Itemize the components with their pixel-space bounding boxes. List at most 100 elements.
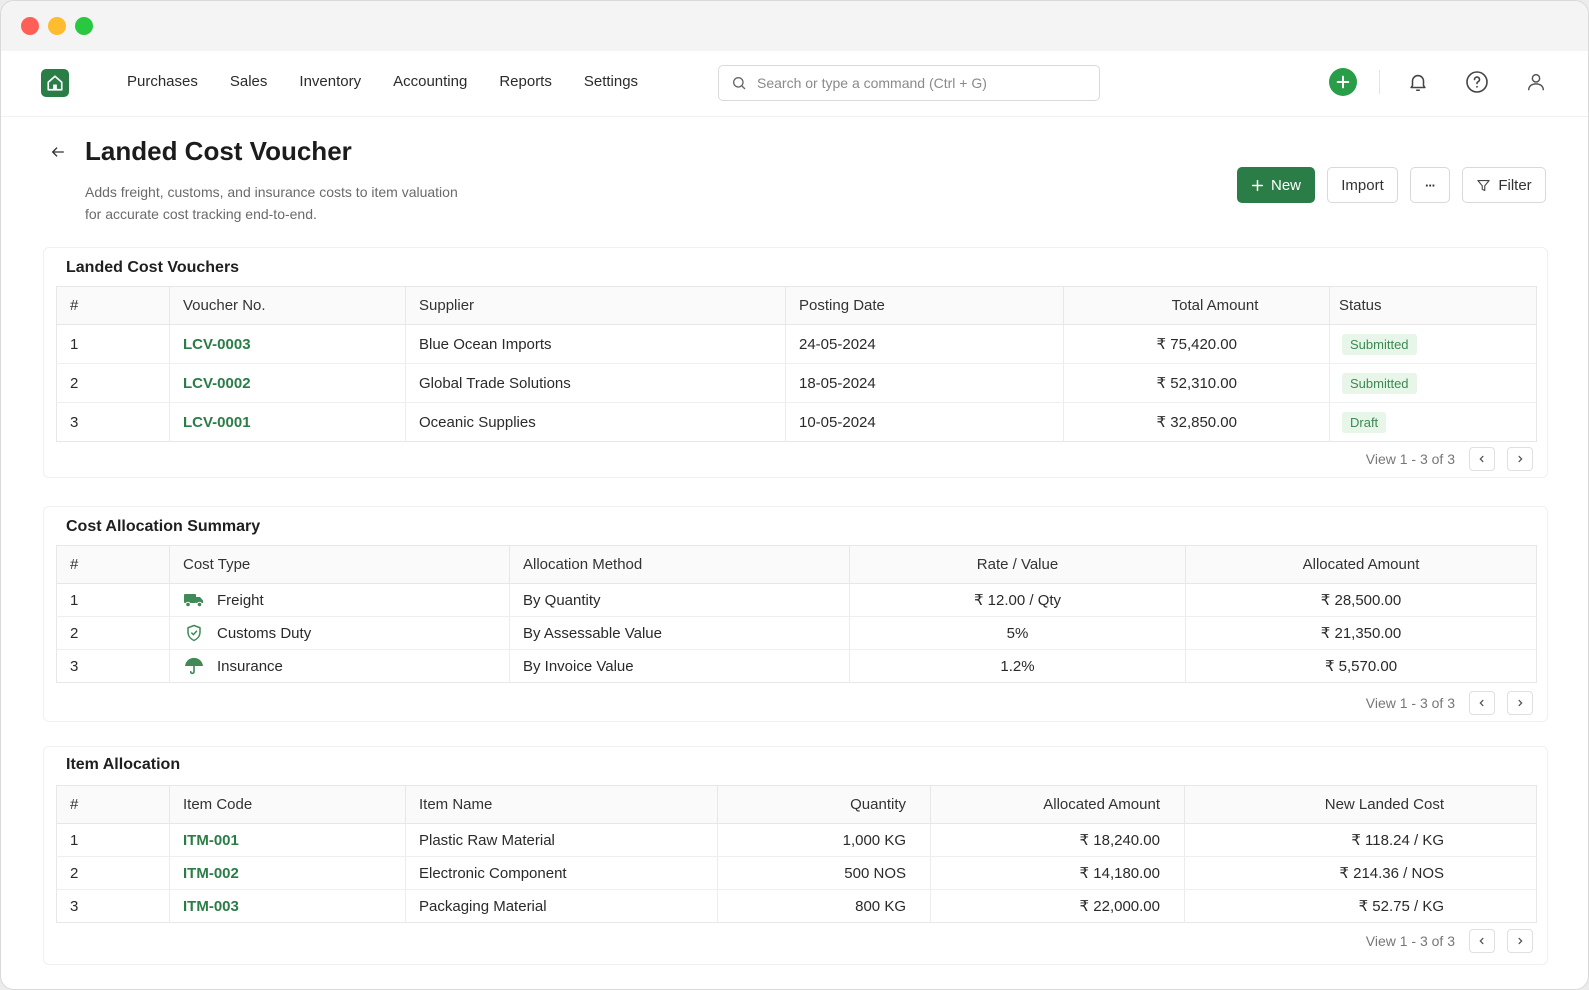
prev-page-button[interactable]: [1469, 691, 1495, 715]
supplier-cell: Oceanic Supplies: [405, 402, 786, 442]
maximize-window-button[interactable]: [75, 17, 93, 35]
section-title: Cost Allocation Summary: [66, 518, 261, 535]
date-cell: 10-05-2024: [785, 402, 1064, 442]
amount-cell: ₹ 32,850.00: [1063, 402, 1330, 442]
method-cell: By Quantity: [509, 583, 850, 617]
table-row[interactable]: 3 LCV-0001 Oceanic Supplies 10-05-2024 ₹…: [56, 402, 1537, 442]
close-window-button[interactable]: [21, 17, 39, 35]
top-navigation: Purchases Sales Inventory Accounting Rep…: [1, 51, 1588, 117]
item-allocation-card: Item Allocation # Item Code Item Name Qu…: [43, 746, 1548, 965]
voucher-link[interactable]: LCV-0003: [169, 324, 406, 364]
nav-accounting[interactable]: Accounting: [393, 73, 467, 90]
table-header-row: # Cost Type Allocation Method Rate / Val…: [56, 545, 1537, 584]
column-header[interactable]: Rate / Value: [849, 545, 1186, 584]
row-number: 1: [56, 324, 170, 364]
column-header[interactable]: #: [56, 785, 170, 824]
table-row[interactable]: 3 Insurance By Invoice Value 1.2% ₹ 5,57…: [56, 649, 1537, 683]
voucher-link[interactable]: LCV-0002: [169, 363, 406, 403]
user-profile-button[interactable]: [1522, 68, 1550, 96]
column-header[interactable]: Posting Date: [785, 286, 1064, 325]
column-header[interactable]: Total Amount: [1063, 286, 1330, 325]
nav-purchases[interactable]: Purchases: [127, 73, 198, 90]
nav-sales[interactable]: Sales: [230, 73, 268, 90]
supplier-cell: Global Trade Solutions: [405, 363, 786, 403]
vouchers-card: Landed Cost Vouchers # Voucher No. Suppl…: [43, 247, 1548, 478]
table-row[interactable]: 3 ITM-003 Packaging Material 800 KG ₹ 22…: [56, 889, 1537, 923]
column-header[interactable]: New Landed Cost: [1184, 785, 1537, 824]
column-header[interactable]: Item Name: [405, 785, 718, 824]
column-header[interactable]: Cost Type: [169, 545, 510, 584]
row-number: 3: [56, 402, 170, 442]
nav-reports[interactable]: Reports: [499, 73, 552, 90]
column-header[interactable]: #: [56, 286, 170, 325]
method-cell: By Invoice Value: [509, 649, 850, 683]
status-cell: Submitted: [1329, 363, 1537, 403]
table-row[interactable]: 2 LCV-0002 Global Trade Solutions 18-05-…: [56, 363, 1537, 403]
column-header[interactable]: Allocated Amount: [1185, 545, 1537, 584]
notifications-button[interactable]: [1404, 68, 1432, 96]
date-cell: 18-05-2024: [785, 363, 1064, 403]
column-header[interactable]: Item Code: [169, 785, 406, 824]
column-header[interactable]: Status: [1329, 286, 1537, 325]
allocated-amount-cell: ₹ 5,570.00: [1324, 658, 1398, 675]
search-icon: [733, 77, 746, 90]
table-row[interactable]: 1 ITM-001 Plastic Raw Material 1,000 KG …: [56, 823, 1537, 857]
top-right-icons: [1329, 68, 1550, 96]
column-header[interactable]: #: [56, 545, 170, 584]
next-page-button[interactable]: [1507, 447, 1533, 471]
landed-cost-cell: ₹ 214.36 / NOS: [1184, 856, 1537, 890]
divider: [1379, 70, 1380, 94]
minimize-window-button[interactable]: [48, 17, 66, 35]
rate-cell: ₹ 12.00 / Qty: [849, 583, 1186, 617]
back-button[interactable]: [43, 137, 73, 167]
pagination: View 1 - 3 of 3: [1366, 691, 1533, 715]
row-number: 1: [56, 823, 170, 857]
chevron-right-icon: [1518, 937, 1523, 945]
import-button[interactable]: Import: [1327, 167, 1398, 203]
allocated-amount-cell: ₹ 14,180.00: [930, 856, 1185, 890]
pagination: View 1 - 3 of 3: [1366, 447, 1533, 471]
page-actions: New Import ··· Filter: [1237, 167, 1546, 203]
column-header[interactable]: Voucher No.: [169, 286, 406, 325]
column-header[interactable]: Allocation Method: [509, 545, 850, 584]
table-row[interactable]: 1 LCV-0003 Blue Ocean Imports 24-05-2024…: [56, 324, 1537, 364]
new-button[interactable]: New: [1237, 167, 1315, 203]
item-code-link[interactable]: ITM-001: [169, 823, 406, 857]
prev-page-button[interactable]: [1469, 929, 1495, 953]
nav-inventory[interactable]: Inventory: [299, 73, 361, 90]
row-number: 1: [56, 583, 170, 617]
pagination-info: View 1 - 3 of 3: [1365, 695, 1455, 711]
quick-add-button[interactable]: [1329, 68, 1357, 96]
search-input[interactable]: [757, 75, 1077, 91]
next-page-button[interactable]: [1507, 691, 1533, 715]
voucher-link[interactable]: LCV-0001: [169, 402, 406, 442]
home-button[interactable]: [41, 69, 69, 97]
cost-type-cell: Customs Duty: [169, 616, 510, 650]
item-code-link[interactable]: ITM-002: [169, 856, 406, 890]
cost-type-label: Insurance: [217, 657, 283, 675]
table-row[interactable]: 2 Customs Duty By Assessable Value 5% ₹ …: [56, 616, 1537, 650]
umbrella-icon: [183, 657, 205, 675]
rate-cell: 1.2%: [849, 649, 1186, 683]
item-name-cell: Electronic Component: [405, 856, 718, 890]
nav-settings[interactable]: Settings: [584, 73, 638, 90]
cost-allocation-card: Cost Allocation Summary # Cost Type Allo…: [43, 506, 1548, 722]
status-cell: Submitted: [1329, 324, 1537, 364]
row-number: 2: [56, 856, 170, 890]
filter-button[interactable]: Filter: [1462, 167, 1546, 203]
table-row[interactable]: 2 ITM-002 Electronic Component 500 NOS ₹…: [56, 856, 1537, 890]
subtitle-line: for accurate cost tracking end-to-end.: [85, 206, 317, 222]
table-row[interactable]: 1 Freight By Quantity ₹ 12.00 / Qty ₹ 28…: [56, 583, 1537, 617]
help-button[interactable]: [1463, 68, 1491, 96]
chevron-left-icon: [1479, 937, 1484, 945]
prev-page-button[interactable]: [1469, 447, 1495, 471]
table-header-row: # Item Code Item Name Quantity Allocated…: [56, 785, 1537, 824]
next-page-button[interactable]: [1507, 929, 1533, 953]
section-title: Landed Cost Vouchers: [66, 259, 240, 276]
column-header[interactable]: Supplier: [405, 286, 786, 325]
more-options-button[interactable]: ···: [1410, 167, 1450, 203]
table-header-row: # Voucher No. Supplier Posting Date Tota…: [56, 286, 1537, 325]
column-header[interactable]: Allocated Amount: [930, 785, 1185, 824]
column-header[interactable]: Quantity: [717, 785, 931, 824]
item-code-link[interactable]: ITM-003: [169, 889, 406, 923]
